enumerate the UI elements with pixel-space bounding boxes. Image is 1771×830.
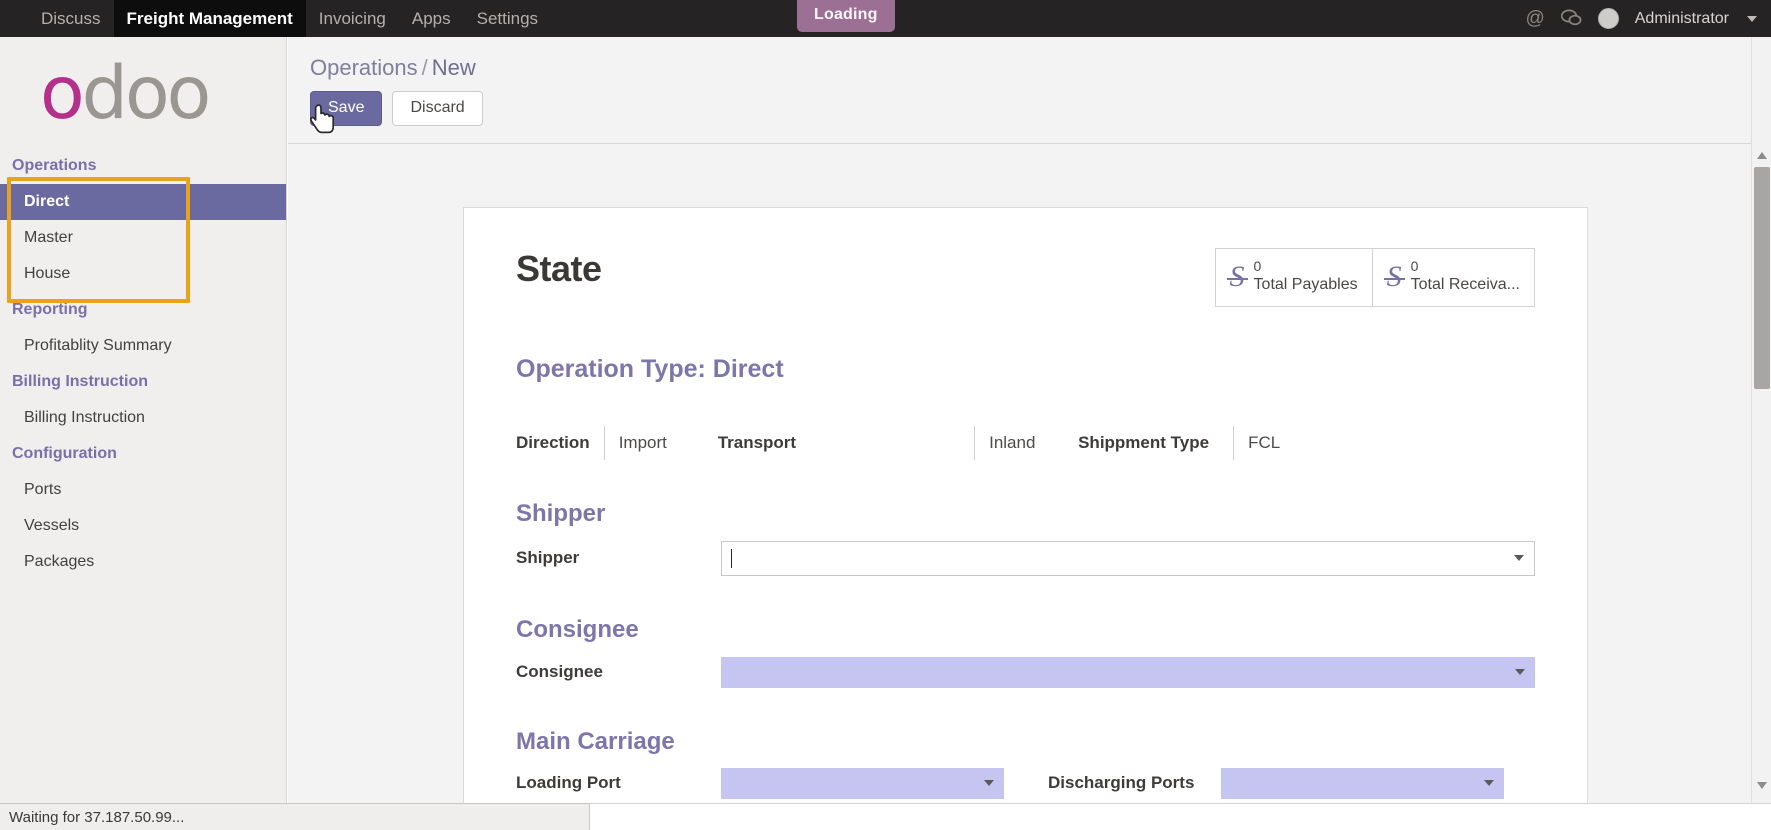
label-direction: Direction: [516, 432, 590, 452]
stat-label-total-payables: Total Payables: [1253, 276, 1358, 294]
sidebar-group-billing-instruction: Billing Instruction: [12, 373, 148, 390]
chevron-down-icon[interactable]: [1747, 15, 1757, 22]
chevron-down-icon[interactable]: [1514, 555, 1524, 562]
discard-button[interactable]: Discard: [392, 91, 483, 126]
sidebar-group-reporting: Reporting: [12, 301, 88, 318]
chevron-down-icon: [1757, 781, 1767, 789]
sidebar-item-direct[interactable]: Direct: [0, 184, 286, 220]
sidebar-item-profitablity-summary[interactable]: Profitablity Summary: [0, 328, 286, 364]
stat-button-group: S 0 Total Payables S 0 Total Receiva...: [1214, 248, 1535, 307]
operation-type-heading: Operation Type: Direct: [516, 354, 784, 383]
sidebar-item-vessels[interactable]: Vessels: [0, 508, 286, 544]
nav-item-freight-management[interactable]: Freight Management: [113, 0, 306, 37]
scroll-down-button[interactable]: [1752, 775, 1771, 795]
label-consignee: Consignee: [516, 662, 603, 682]
value-direction[interactable]: Import: [603, 425, 690, 460]
nav-item-invoicing[interactable]: Invoicing: [306, 0, 399, 37]
breadcrumb-current: New: [431, 55, 476, 80]
label-discharging-ports: Discharging Ports: [1048, 773, 1195, 793]
page-title: State: [516, 248, 602, 289]
vertical-scrollbar[interactable]: [1751, 37, 1771, 803]
breadcrumb-bar: Operations / New: [288, 37, 1771, 81]
top-navbar: Discuss Freight Management Invoicing App…: [0, 0, 1771, 37]
breadcrumb-separator: /: [421, 55, 428, 80]
stat-text-receivables: 0 Total Receiva...: [1411, 258, 1520, 295]
chevron-up-icon: [1757, 151, 1767, 159]
save-button[interactable]: Save: [310, 91, 383, 126]
stat-button-total-receivables[interactable]: S 0 Total Receiva...: [1371, 249, 1534, 306]
discharging-ports-select[interactable]: [1221, 767, 1504, 799]
sidebar-item-packages[interactable]: Packages: [0, 544, 286, 580]
field-row-consignee: Consignee: [516, 656, 1535, 688]
loading-port-select[interactable]: [721, 767, 1004, 799]
scrollbar-thumb[interactable]: [1754, 167, 1770, 389]
status-text: Waiting for 37.187.50.99...: [9, 808, 185, 826]
stat-text-payables: 0 Total Payables: [1254, 258, 1358, 295]
browser-status-bar: Waiting for 37.187.50.99...: [0, 803, 590, 830]
sidebar-group-operations: Operations: [12, 157, 97, 174]
logo-letters-doo: doo: [81, 51, 212, 136]
form-scroll-region: State S 0 Total Payables S 0 Total Recei…: [288, 144, 1771, 803]
scroll-up-button[interactable]: [1752, 145, 1771, 165]
sidebar-item-master[interactable]: Master: [0, 220, 286, 256]
currency-s-icon: S: [1226, 259, 1248, 293]
loading-indicator: Loading: [797, 0, 895, 32]
consignee-input[interactable]: [721, 656, 1535, 688]
field-row-ports: Loading Port Discharging Ports: [516, 767, 1535, 799]
text-caret: [731, 548, 732, 568]
main-menu: Discuss Freight Management Invoicing App…: [28, 0, 551, 37]
nav-item-settings[interactable]: Settings: [464, 0, 551, 37]
section-consignee-title: Consignee: [516, 615, 639, 643]
attributes-row: Direction Import Transport Inland Shippm…: [516, 425, 1535, 460]
sidebar-group-configuration: Configuration: [12, 445, 117, 462]
sidebar-item-ports[interactable]: Ports: [0, 472, 286, 508]
odoo-logo[interactable]: odoo: [0, 37, 286, 142]
at-mention-icon[interactable]: @: [1525, 9, 1544, 28]
sidebar: odoo Operations Direct Master House Repo…: [0, 37, 287, 803]
form-sheet: State S 0 Total Payables S 0 Total Recei…: [463, 207, 1588, 803]
nav-item-apps[interactable]: Apps: [399, 0, 464, 37]
chevron-down-icon[interactable]: [1484, 780, 1494, 787]
sidebar-menu: Operations Direct Master House Reporting…: [0, 148, 286, 580]
section-main-carriage-title: Main Carriage: [516, 727, 675, 755]
chevron-down-icon[interactable]: [984, 780, 994, 787]
breadcrumb-root[interactable]: Operations: [310, 55, 418, 80]
sidebar-item-house[interactable]: House: [0, 256, 286, 292]
content-area: Operations / New Save Discard State S 0 …: [288, 37, 1771, 803]
navbar-right-tools: @ Administrator: [1525, 0, 1757, 37]
breadcrumb: Operations / New: [310, 55, 1771, 81]
avatar[interactable]: [1597, 8, 1619, 29]
label-shippment-type: Shippment Type: [1078, 432, 1210, 452]
label-transport: Transport: [717, 432, 797, 452]
stat-button-total-payables[interactable]: S 0 Total Payables: [1216, 249, 1372, 306]
value-transport[interactable]: Inland: [974, 425, 1058, 460]
label-shipper: Shipper: [516, 548, 580, 568]
nav-item-discuss[interactable]: Discuss: [28, 0, 114, 37]
value-shippment-type[interactable]: FCL: [1233, 425, 1323, 460]
stat-value-total-payables: 0: [1253, 258, 1262, 274]
currency-s-icon: S: [1383, 259, 1405, 293]
sidebar-item-billing-instruction[interactable]: Billing Instruction: [0, 400, 286, 436]
form-action-buttons: Save Discard: [288, 81, 1771, 134]
stat-label-total-receivables: Total Receiva...: [1410, 276, 1520, 294]
chat-bubble-icon[interactable]: [1560, 9, 1582, 29]
stat-value-total-receivables: 0: [1410, 258, 1419, 274]
label-loading-port: Loading Port: [516, 773, 621, 793]
user-menu-label[interactable]: Administrator: [1635, 10, 1729, 28]
odoo-app-window: Discuss Freight Management Invoicing App…: [0, 0, 1771, 830]
shipper-input[interactable]: [721, 540, 1535, 576]
field-row-shipper: Shipper: [516, 540, 1535, 576]
sheet-header: State S 0 Total Payables S 0 Total Recei…: [516, 248, 1535, 307]
logo-letter-o: o: [40, 51, 85, 136]
section-shipper-title: Shipper: [516, 499, 606, 527]
chevron-down-icon[interactable]: [1515, 669, 1525, 676]
